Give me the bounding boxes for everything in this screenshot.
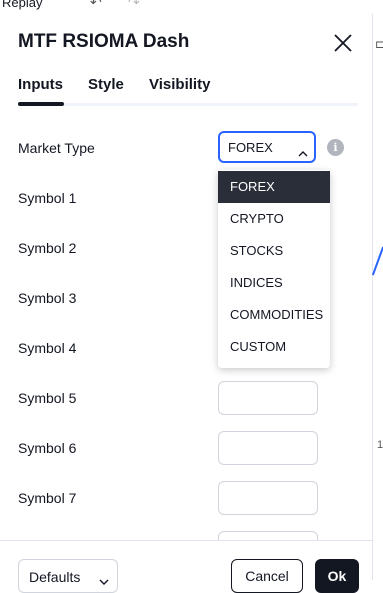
market-type-dropdown: FOREX CRYPTO STOCKS INDICES COMMODITIES … — [218, 170, 330, 368]
option-custom[interactable]: CUSTOM — [218, 331, 330, 363]
symbol-1-label: Symbol 1 — [18, 190, 77, 206]
market-type-select[interactable]: FOREX — [218, 131, 316, 163]
symbol-6-input[interactable] — [218, 431, 318, 465]
info-icon[interactable]: i — [327, 139, 344, 156]
close-icon[interactable] — [332, 32, 354, 54]
symbol-6-label: Symbol 6 — [18, 440, 77, 456]
tab-style[interactable]: Style — [88, 76, 124, 93]
settings-dialog: MTF RSIOMA Dash Inputs Style Visibility … — [0, 14, 372, 593]
ok-button[interactable]: Ok — [315, 559, 359, 593]
chart-line — [371, 246, 383, 276]
background-toolbar: Replay ↶ ↷ — [0, 0, 383, 14]
option-crypto[interactable]: CRYPTO — [218, 203, 330, 235]
replay-label[interactable]: Replay — [2, 0, 42, 10]
footer-divider — [0, 540, 372, 541]
tabs: Inputs Style Visibility — [18, 76, 358, 106]
undo-icon[interactable]: ↶ — [90, 0, 102, 11]
redo-icon[interactable]: ↷ — [128, 0, 140, 11]
option-indices[interactable]: INDICES — [218, 267, 330, 299]
market-type-label: Market Type — [18, 140, 95, 156]
chart-number: 1 — [377, 439, 383, 451]
market-type-value: FOREX — [228, 140, 273, 155]
symbol-7-input[interactable] — [218, 481, 318, 515]
symbol-5-label: Symbol 5 — [18, 390, 77, 406]
option-stocks[interactable]: STOCKS — [218, 235, 330, 267]
chevron-down-icon — [99, 573, 109, 591]
option-forex[interactable]: FOREX — [218, 171, 330, 203]
option-commodities[interactable]: COMMODITIES — [218, 299, 330, 331]
defaults-button[interactable]: Defaults — [18, 559, 118, 593]
defaults-label: Defaults — [29, 569, 81, 585]
chart-edge: ⊏ 1 — [371, 14, 383, 580]
active-tab-indicator — [18, 102, 64, 106]
chart-glyph: ⊏ — [375, 39, 383, 51]
dialog-title: MTF RSIOMA Dash — [18, 31, 190, 52]
chevron-up-icon — [298, 144, 308, 162]
symbol-2-label: Symbol 2 — [18, 240, 77, 256]
symbol-3-label: Symbol 3 — [18, 290, 77, 306]
tabs-divider — [18, 103, 358, 106]
cancel-button[interactable]: Cancel — [231, 559, 303, 593]
symbol-5-input[interactable] — [218, 381, 318, 415]
tab-inputs[interactable]: Inputs — [18, 76, 63, 93]
symbol-7-label: Symbol 7 — [18, 490, 77, 506]
symbol-4-label: Symbol 4 — [18, 340, 77, 356]
tab-visibility[interactable]: Visibility — [149, 76, 210, 93]
